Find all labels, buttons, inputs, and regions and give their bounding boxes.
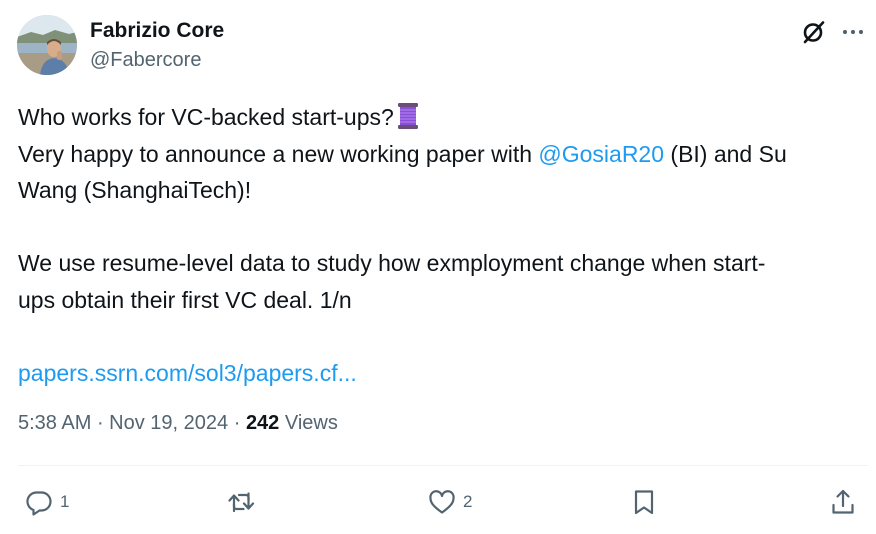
reply-icon <box>26 491 52 516</box>
reply-button[interactable]: 1 <box>24 487 69 517</box>
like-icon <box>429 490 455 514</box>
paper-link[interactable]: papers.ssrn.com/sol3/papers.cf... <box>18 360 357 386</box>
views-count: 242 <box>245 412 280 434</box>
meta-separator: · <box>228 412 246 434</box>
like-count: 2 <box>463 492 473 511</box>
tweet-line-2-before: Very happy to announce a new working pap… <box>18 140 539 167</box>
tweet-line-1-text: Who works for VC-backed start-ups? <box>18 104 394 130</box>
tweet-line-3: Wang (ShanghaiTech)! <box>18 177 252 203</box>
tweet-date[interactable]: Nov 19, 2024 <box>109 412 228 434</box>
retweet-button[interactable] <box>226 487 256 517</box>
mention-link[interactable]: @GosiaR20 <box>538 141 664 167</box>
tweet-text: Who works for VC-backed start-ups? Very … <box>18 99 868 391</box>
tweet-line-1: Who works for VC-backed start-ups? <box>18 99 868 136</box>
tweet-line-5: ups obtain their first VC deal. 1/n <box>18 286 352 313</box>
like-button[interactable]: 2 <box>427 487 472 517</box>
tweet-link-line: papers.ssrn.com/sol3/papers.cf... <box>18 355 868 392</box>
tweet-line-4: We use resume-level data to study how ex… <box>18 250 766 276</box>
tweet-meta: 5:38 AM · Nov 19, 2024 · 242 Views <box>18 412 338 435</box>
bookmark-icon <box>634 490 654 515</box>
author-display-name[interactable]: Fabrizio Core <box>90 19 224 43</box>
reply-count: 1 <box>60 492 70 511</box>
tweet-line-2: Very happy to announce a new working pap… <box>18 136 868 173</box>
retweet-icon <box>228 492 255 513</box>
grok-icon[interactable] <box>801 19 827 45</box>
divider <box>18 465 868 466</box>
more-options-icon[interactable] <box>840 19 866 45</box>
bookmark-button[interactable] <box>629 487 659 517</box>
spool-of-thread-emoji <box>397 102 419 130</box>
meta-separator: · <box>91 412 110 434</box>
author-avatar[interactable] <box>17 15 77 75</box>
views-label: Views <box>279 412 338 434</box>
tweet-time[interactable]: 5:38 AM <box>18 412 91 434</box>
share-button[interactable] <box>828 487 858 517</box>
author-handle[interactable]: @Fabercore <box>90 49 201 72</box>
tweet-card: Fabrizio Core @Fabercore Who works for V… <box>0 0 876 534</box>
share-icon <box>832 489 854 514</box>
tweet-line-2-after: (BI) and Su <box>664 140 787 167</box>
